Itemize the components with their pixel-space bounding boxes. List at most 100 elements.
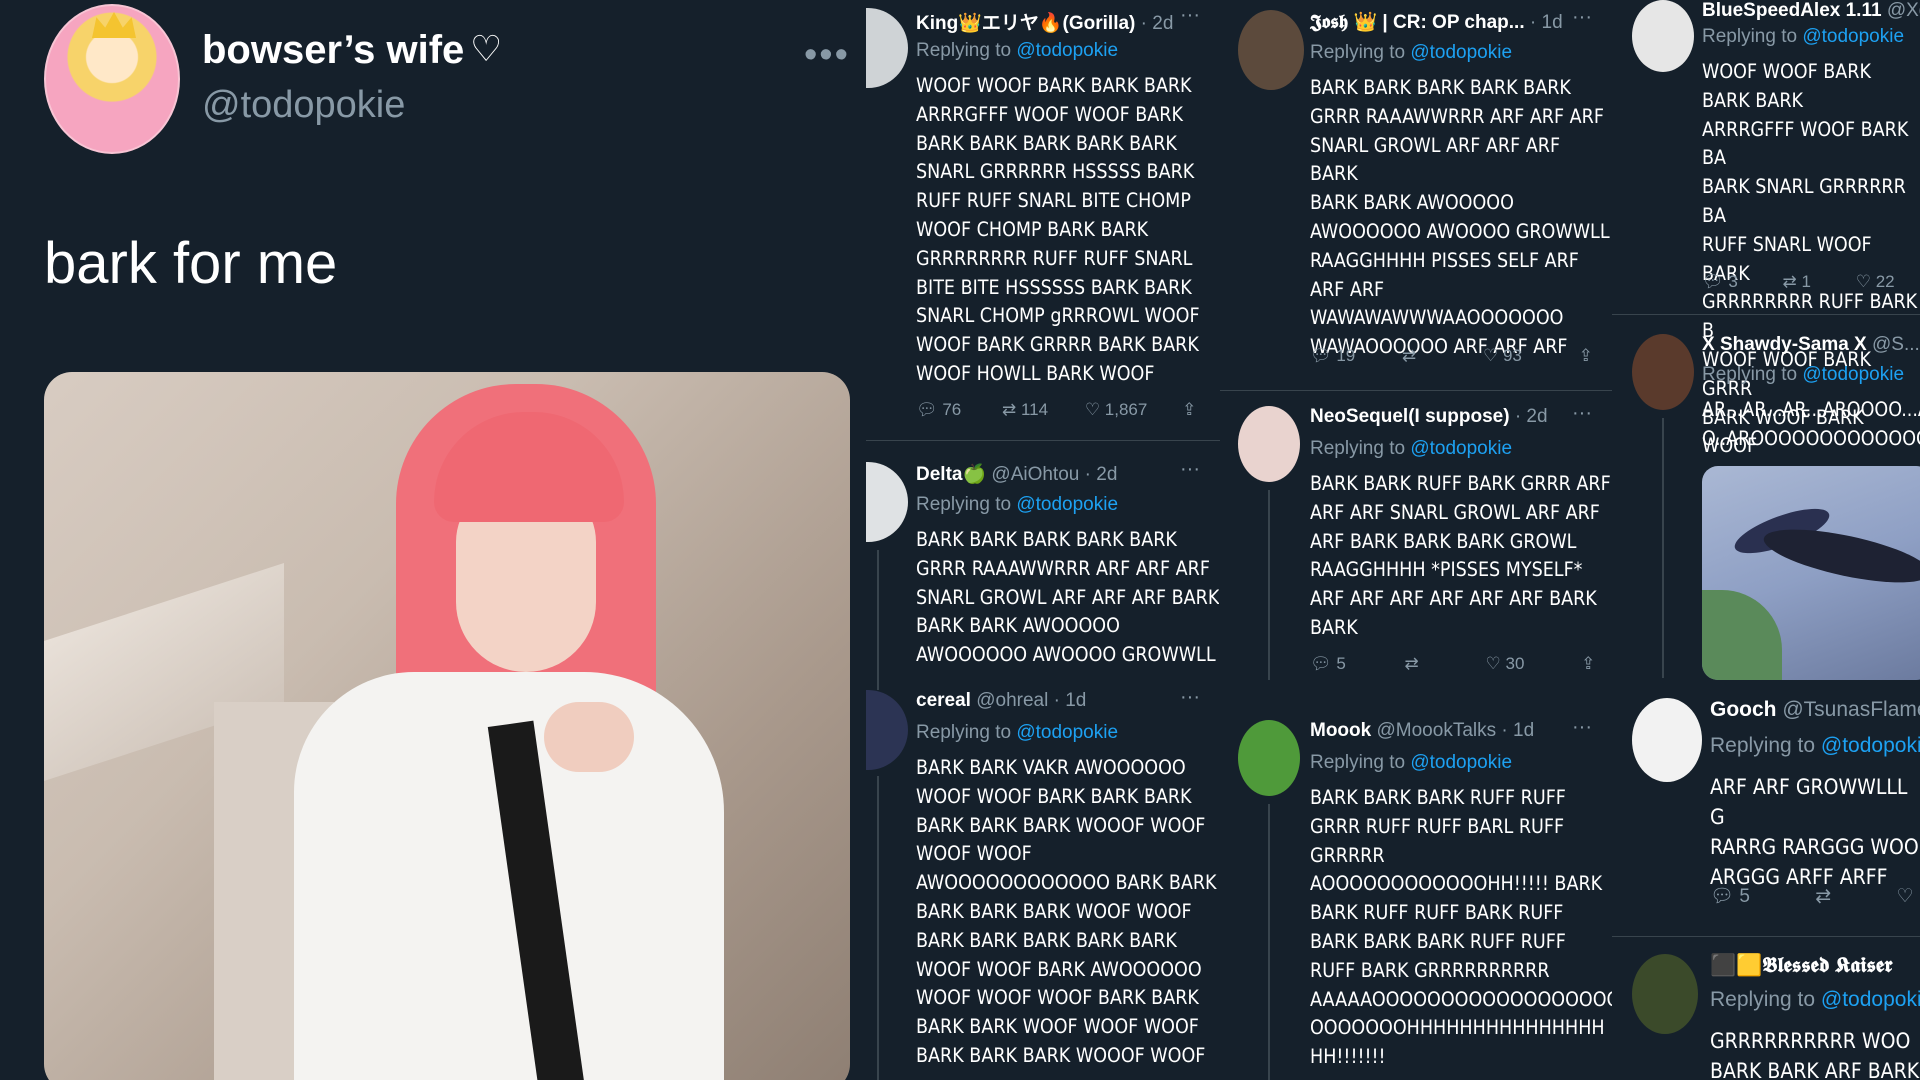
replying-to: Replying to @todopokie bbox=[1710, 734, 1920, 758]
avatar[interactable] bbox=[1238, 720, 1300, 796]
reply-author-name[interactable]: X Shawdy-Sama X bbox=[1702, 334, 1867, 355]
reply-text: WOOF WOOF BARK BARK BARK ARRRGFFF WOOF W… bbox=[916, 74, 1200, 385]
retweet-icon[interactable]: ⇄ bbox=[1402, 346, 1416, 366]
avatar[interactable] bbox=[866, 8, 908, 88]
user-handle[interactable]: @todopokie bbox=[202, 84, 405, 127]
avatar[interactable] bbox=[1238, 10, 1304, 90]
reply-icon[interactable]: 💬︎ bbox=[1310, 346, 1332, 366]
reply-tweet[interactable]: ⬛🟨𝕭𝖑𝖊𝖘𝖘𝖊𝖉 𝕶𝖆𝖎𝖘𝖊𝖗 Replying to @todopokie … bbox=[1612, 940, 1920, 1080]
photo-hand bbox=[544, 702, 634, 772]
share-icon[interactable]: ⇪ bbox=[1581, 654, 1595, 674]
replying-to: Replying to @todopokie bbox=[1310, 752, 1512, 774]
avatar[interactable] bbox=[1632, 698, 1702, 782]
reply-handle[interactable]: @S... bbox=[1872, 334, 1920, 355]
replying-to: Replying to @todopokie bbox=[916, 494, 1118, 516]
reply-author-name[interactable]: NeoSequel(I suppose) bbox=[1310, 406, 1510, 427]
reply-text: BARK BARK BARK BARK BARK GRRR RAAAWWRRR … bbox=[1310, 76, 1610, 359]
mention-link[interactable]: @todopokie bbox=[1410, 438, 1512, 459]
more-options-icon[interactable]: ··· bbox=[1572, 402, 1592, 425]
reply-media[interactable] bbox=[1702, 466, 1920, 680]
mention-link[interactable]: @todopokie bbox=[1821, 734, 1920, 757]
mention-link[interactable]: @todopokie bbox=[1410, 42, 1512, 63]
reply-icon[interactable]: 💬︎ bbox=[916, 400, 938, 420]
like-icon[interactable]: ♡ bbox=[1483, 346, 1498, 366]
like-icon[interactable]: ♡ bbox=[1856, 272, 1871, 292]
thread-line bbox=[1662, 418, 1664, 678]
more-options-icon[interactable]: ··· bbox=[1572, 716, 1592, 739]
mention-link[interactable]: @todopokie bbox=[1016, 722, 1118, 743]
display-name[interactable]: bowser’s wife bbox=[202, 28, 464, 73]
mention-link[interactable]: @todopokie bbox=[1016, 40, 1118, 61]
reply-text: AR...AR...AR...AROOOO...AR O..AROOOOOOOO… bbox=[1702, 398, 1920, 450]
more-options-icon[interactable]: ··· bbox=[1572, 6, 1592, 29]
avatar[interactable] bbox=[44, 4, 180, 154]
reply-icon[interactable]: 💬︎ bbox=[1310, 654, 1332, 674]
reply-column-2: 𝕵𝖔𝖘𝖍 👑 | CR: OP chap... · 1d ··· Replyin… bbox=[1220, 0, 1612, 1080]
reply-text: BARK BARK BARK RUFF RUFF GRRR RUFF RUFF … bbox=[1310, 786, 1612, 1069]
avatar[interactable] bbox=[1632, 954, 1698, 1034]
mention-link[interactable]: @todopokie bbox=[1821, 988, 1920, 1011]
reply-author-name[interactable]: ⬛🟨𝕭𝖑𝖊𝖘𝖘𝖊𝖉 𝕶𝖆𝖎𝖘𝖊𝖗 bbox=[1710, 954, 1892, 977]
reply-handle[interactable]: @MoookTalks bbox=[1377, 720, 1497, 741]
replying-to: Replying to @todopokie bbox=[916, 40, 1118, 62]
reply-tweet[interactable]: X Shawdy-Sama X @S... Replying to @todop… bbox=[1612, 318, 1920, 688]
reply-author-name[interactable]: Gooch bbox=[1710, 698, 1777, 721]
more-options-icon[interactable]: ··· bbox=[1180, 458, 1200, 481]
reply-author-name[interactable]: BlueSpeedAlex 1.11 bbox=[1702, 0, 1882, 21]
like-icon[interactable]: ♡ bbox=[1896, 885, 1913, 908]
divider bbox=[1612, 314, 1920, 315]
reply-tweet[interactable]: Delta🍏 @AiOhtou · 2d ··· Replying to @to… bbox=[866, 440, 1220, 690]
tweet-photo[interactable] bbox=[44, 372, 850, 1080]
avatar[interactable] bbox=[1632, 334, 1694, 410]
mention-link[interactable]: @todopokie bbox=[1016, 494, 1118, 515]
reply-handle[interactable]: @Xdea bbox=[1887, 0, 1920, 21]
reply-author-name[interactable]: Moook bbox=[1310, 720, 1371, 741]
reply-text: BARK BARK VAKR AWOOOOOO WOOF WOOF BARK B… bbox=[916, 756, 1217, 1067]
reply-author-name[interactable]: King👑エリヤ🔥(Gorilla) bbox=[916, 13, 1135, 34]
reply-column-3: BlueSpeedAlex 1.11 @Xdea Replying to @to… bbox=[1612, 0, 1920, 1080]
retweet-icon[interactable]: ⇄ bbox=[1405, 654, 1419, 674]
reply-handle[interactable]: @AiOhtou bbox=[991, 464, 1079, 485]
reply-icon[interactable]: 💬︎ bbox=[1702, 272, 1724, 292]
reply-text: BARK BARK RUFF BARK GRRR ARF ARF ARF SNA… bbox=[1310, 472, 1611, 639]
avatar[interactable] bbox=[1632, 0, 1694, 72]
reply-tweet[interactable]: 𝕵𝖔𝖘𝖍 👑 | CR: OP chap... · 1d ··· Replyin… bbox=[1220, 0, 1612, 390]
share-icon[interactable]: ⇪ bbox=[1579, 346, 1593, 366]
reply-handle[interactable]: @ohreal bbox=[976, 690, 1048, 711]
mention-link[interactable]: @todopokie bbox=[1802, 364, 1904, 385]
reply-author-name[interactable]: 𝕵𝖔𝖘𝖍 👑 | CR: OP chap... bbox=[1310, 12, 1525, 33]
retweet-icon[interactable]: ⇄ bbox=[1002, 400, 1016, 420]
more-options-icon[interactable]: ··· bbox=[1180, 4, 1200, 27]
reply-actions: 💬︎ 5 ⇄ ♡ bbox=[1710, 884, 1914, 908]
more-options-icon[interactable]: ••• bbox=[804, 34, 850, 77]
replying-label: Replying to bbox=[916, 722, 1017, 743]
reply-author-name[interactable]: Delta🍏 bbox=[916, 464, 986, 485]
avatar[interactable] bbox=[866, 462, 908, 542]
retweet-icon[interactable]: ⇄ bbox=[1783, 272, 1797, 292]
reply-handle[interactable]: @TsunasFlames bbox=[1782, 698, 1920, 721]
reply-actions: 💬︎ 76 ⇄ 114 ♡ 1,867 ⇪ bbox=[916, 400, 1196, 420]
retweet-icon[interactable]: ⇄ bbox=[1815, 885, 1831, 908]
reply-count: 5 bbox=[1336, 654, 1346, 673]
reply-author-name[interactable]: cereal bbox=[916, 690, 971, 711]
mention-link[interactable]: @todopokie bbox=[1410, 752, 1512, 773]
share-icon[interactable]: ⇪ bbox=[1182, 400, 1196, 420]
reply-tweet[interactable]: NeoSequel(I suppose) · 2d ··· Replying t… bbox=[1220, 390, 1612, 690]
mention-link[interactable]: @todopokie bbox=[1802, 26, 1904, 47]
reply-tweet[interactable]: King👑エリヤ🔥(Gorilla) · 2d ··· Replying to … bbox=[866, 0, 1220, 440]
avatar[interactable] bbox=[1238, 406, 1300, 482]
reply-tweet[interactable]: Gooch @TsunasFlames Replying to @todopok… bbox=[1612, 688, 1920, 928]
divider bbox=[1612, 936, 1920, 937]
reply-tweet[interactable]: BlueSpeedAlex 1.11 @Xdea Replying to @to… bbox=[1612, 0, 1920, 457]
thread-line bbox=[1268, 490, 1270, 680]
reply-tweet[interactable]: cereal @ohreal · 1d ··· Replying to @tod… bbox=[866, 680, 1220, 1080]
more-options-icon[interactable]: ··· bbox=[1180, 686, 1200, 709]
like-icon[interactable]: ♡ bbox=[1486, 654, 1501, 674]
media-bird bbox=[1759, 518, 1920, 594]
reply-tweet[interactable]: Moook @MoookTalks · 1d ··· Replying to @… bbox=[1220, 700, 1612, 1080]
like-icon[interactable]: ♡ bbox=[1085, 400, 1100, 420]
reply-actions: 💬︎ 5 ⇄ ♡ 30 ⇪ bbox=[1310, 654, 1595, 674]
reply-text: ARF ARF GROWWLLL G RARRG RARGGG WOO ARGG… bbox=[1710, 775, 1919, 889]
avatar[interactable] bbox=[866, 690, 908, 770]
reply-icon[interactable]: 💬︎ bbox=[1710, 884, 1734, 908]
